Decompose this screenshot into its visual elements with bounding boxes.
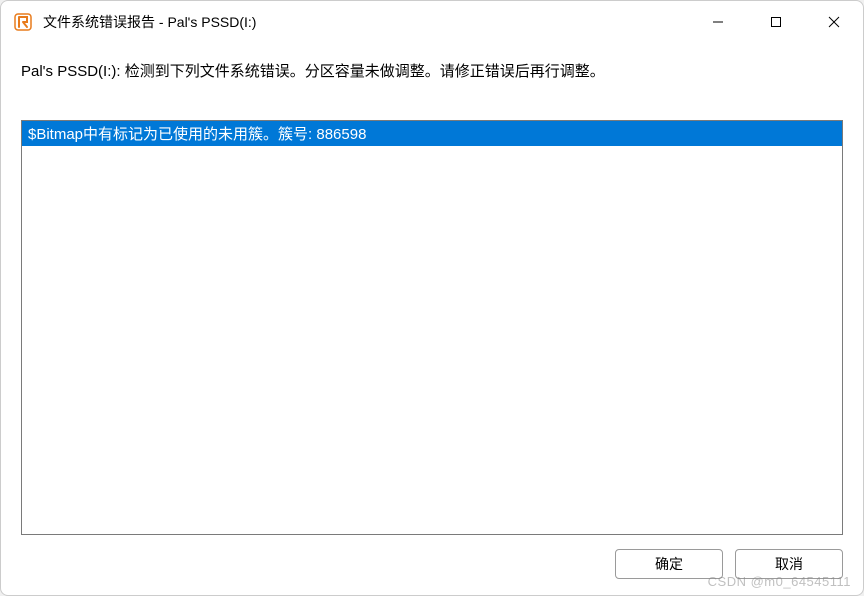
error-list[interactable]: $Bitmap中有标记为已使用的未用簇。簇号: 886598: [21, 120, 843, 536]
button-row: 确定 取消: [21, 535, 843, 579]
minimize-button[interactable]: [689, 1, 747, 43]
titlebar: 文件系统错误报告 - Pal's PSSD(I:): [1, 1, 863, 43]
close-button[interactable]: [805, 1, 863, 43]
list-item[interactable]: $Bitmap中有标记为已使用的未用簇。簇号: 886598: [22, 121, 842, 146]
window-title: 文件系统错误报告 - Pal's PSSD(I:): [43, 12, 689, 32]
app-icon: [13, 12, 33, 32]
cancel-button[interactable]: 取消: [735, 549, 843, 579]
dialog-content: Pal's PSSD(I:): 检测到下列文件系统错误。分区容量未做调整。请修正…: [1, 43, 863, 595]
ok-button[interactable]: 确定: [615, 549, 723, 579]
dialog-window: 文件系统错误报告 - Pal's PSSD(I:) Pal's PSSD(I:)…: [0, 0, 864, 596]
error-message: Pal's PSSD(I:): 检测到下列文件系统错误。分区容量未做调整。请修正…: [21, 61, 843, 84]
window-controls: [689, 1, 863, 43]
maximize-button[interactable]: [747, 1, 805, 43]
